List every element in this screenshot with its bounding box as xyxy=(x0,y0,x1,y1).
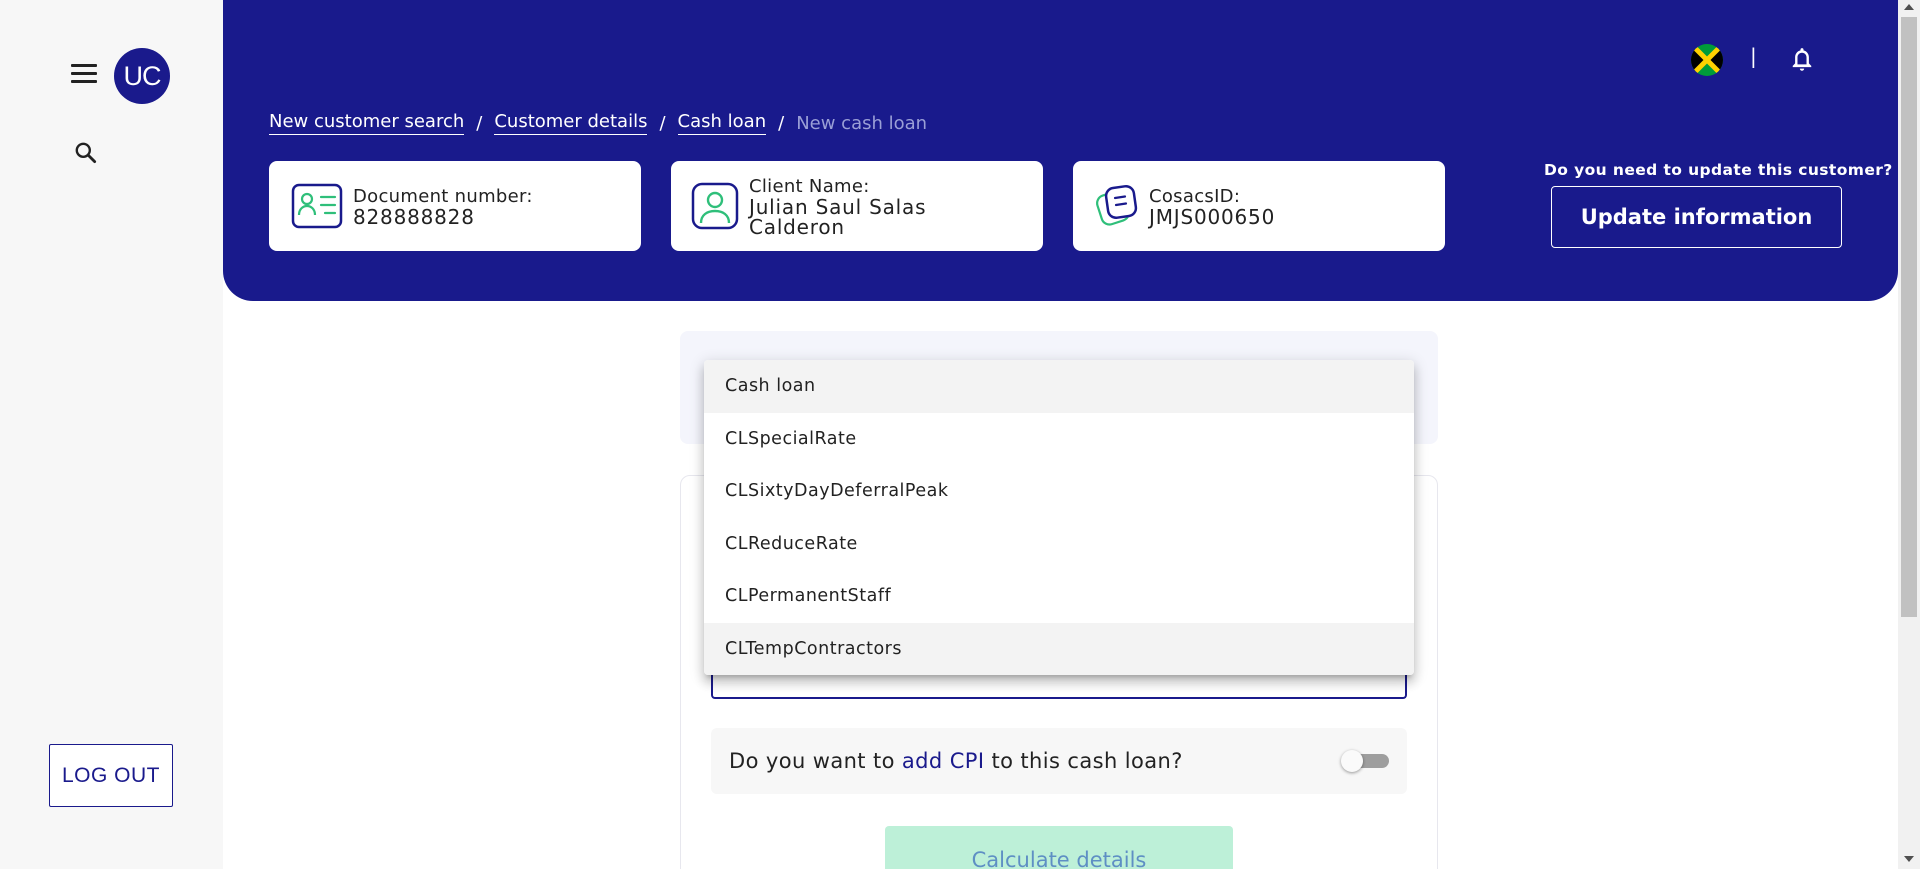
client-name-card: Client Name: Julian Saul Salas Calderon xyxy=(671,161,1043,251)
breadcrumb-new-customer-search[interactable]: New customer search xyxy=(269,111,465,135)
logout-button[interactable]: LOG OUT xyxy=(49,744,173,807)
scroll-thumb[interactable] xyxy=(1901,17,1917,617)
dropdown-option-clsixtydaydeferralpeak[interactable]: CLSixtyDayDeferralPeak xyxy=(704,465,1414,518)
cpi-row: Do you want to add CPI to this cash loan… xyxy=(711,728,1407,794)
search-icon[interactable] xyxy=(73,140,99,166)
client-name-label: Client Name: xyxy=(749,175,870,197)
breadcrumb-cash-loan[interactable]: Cash loan xyxy=(677,111,767,135)
cosacs-id-text: CosacsID: JMJS000650 xyxy=(1149,186,1275,227)
cpi-toggle[interactable] xyxy=(1341,750,1389,772)
scroll-down-arrow-icon[interactable] xyxy=(1904,856,1914,862)
document-number-value: 828888828 xyxy=(353,204,475,229)
dropdown-option-clreducerate[interactable]: CLReduceRate xyxy=(704,518,1414,571)
cosacs-id-card: CosacsID: JMJS000650 xyxy=(1073,161,1445,251)
bell-icon[interactable] xyxy=(1789,46,1815,74)
dropdown-option-cash-loan[interactable]: Cash loan xyxy=(704,360,1414,413)
document-number-text: Document number: 828888828 xyxy=(353,186,533,227)
documents-icon xyxy=(1095,181,1139,231)
breadcrumb: New customer search / Customer details /… xyxy=(269,111,927,135)
cpi-question-suffix: to this cash loan? xyxy=(991,749,1183,773)
customer-header: | New customer search / Customer details… xyxy=(223,0,1898,301)
avatar[interactable]: UC xyxy=(114,48,170,104)
dropdown-option-clpermanentstaff[interactable]: CLPermanentStaff xyxy=(704,570,1414,623)
user-icon xyxy=(691,181,739,231)
cosacs-id-label: CosacsID: xyxy=(1149,185,1241,207)
document-number-card: Document number: 828888828 xyxy=(269,161,641,251)
cosacs-id-value: JMJS000650 xyxy=(1149,204,1276,229)
breadcrumb-separator: / xyxy=(778,112,785,134)
cpi-question-prefix: Do you want to xyxy=(729,749,895,773)
breadcrumb-separator: / xyxy=(659,112,666,134)
client-name-value: Julian Saul Salas Calderon xyxy=(749,194,927,239)
breadcrumb-separator: / xyxy=(476,112,483,134)
breadcrumb-customer-details[interactable]: Customer details xyxy=(494,111,648,135)
calculate-details-button[interactable]: Calculate details xyxy=(885,826,1233,869)
jamaica-flag-icon[interactable] xyxy=(1691,44,1723,76)
cpi-question-highlight: add CPI xyxy=(901,749,985,773)
sidebar: UC LOG OUT xyxy=(0,0,223,869)
cpi-toggle-knob xyxy=(1341,750,1363,772)
id-card-icon xyxy=(291,181,343,231)
update-customer-question: Do you need to update this customer? xyxy=(1544,161,1893,179)
loan-type-dropdown: Cash loan CLSpecialRate CLSixtyDayDeferr… xyxy=(704,360,1414,675)
page-scrollbar[interactable] xyxy=(1898,0,1920,869)
client-name-text: Client Name: Julian Saul Salas Calderon xyxy=(749,176,949,237)
breadcrumb-current: New cash loan xyxy=(796,112,928,134)
update-information-button[interactable]: Update information xyxy=(1551,186,1842,248)
dropdown-option-clspecialrate[interactable]: CLSpecialRate xyxy=(704,413,1414,466)
dropdown-option-cltempcontractors[interactable]: CLTempContractors xyxy=(704,622,1414,675)
document-number-label: Document number: xyxy=(353,185,533,207)
menu-icon[interactable] xyxy=(71,64,97,84)
header-divider: | xyxy=(1750,44,1757,68)
scroll-up-arrow-icon[interactable] xyxy=(1904,4,1914,10)
